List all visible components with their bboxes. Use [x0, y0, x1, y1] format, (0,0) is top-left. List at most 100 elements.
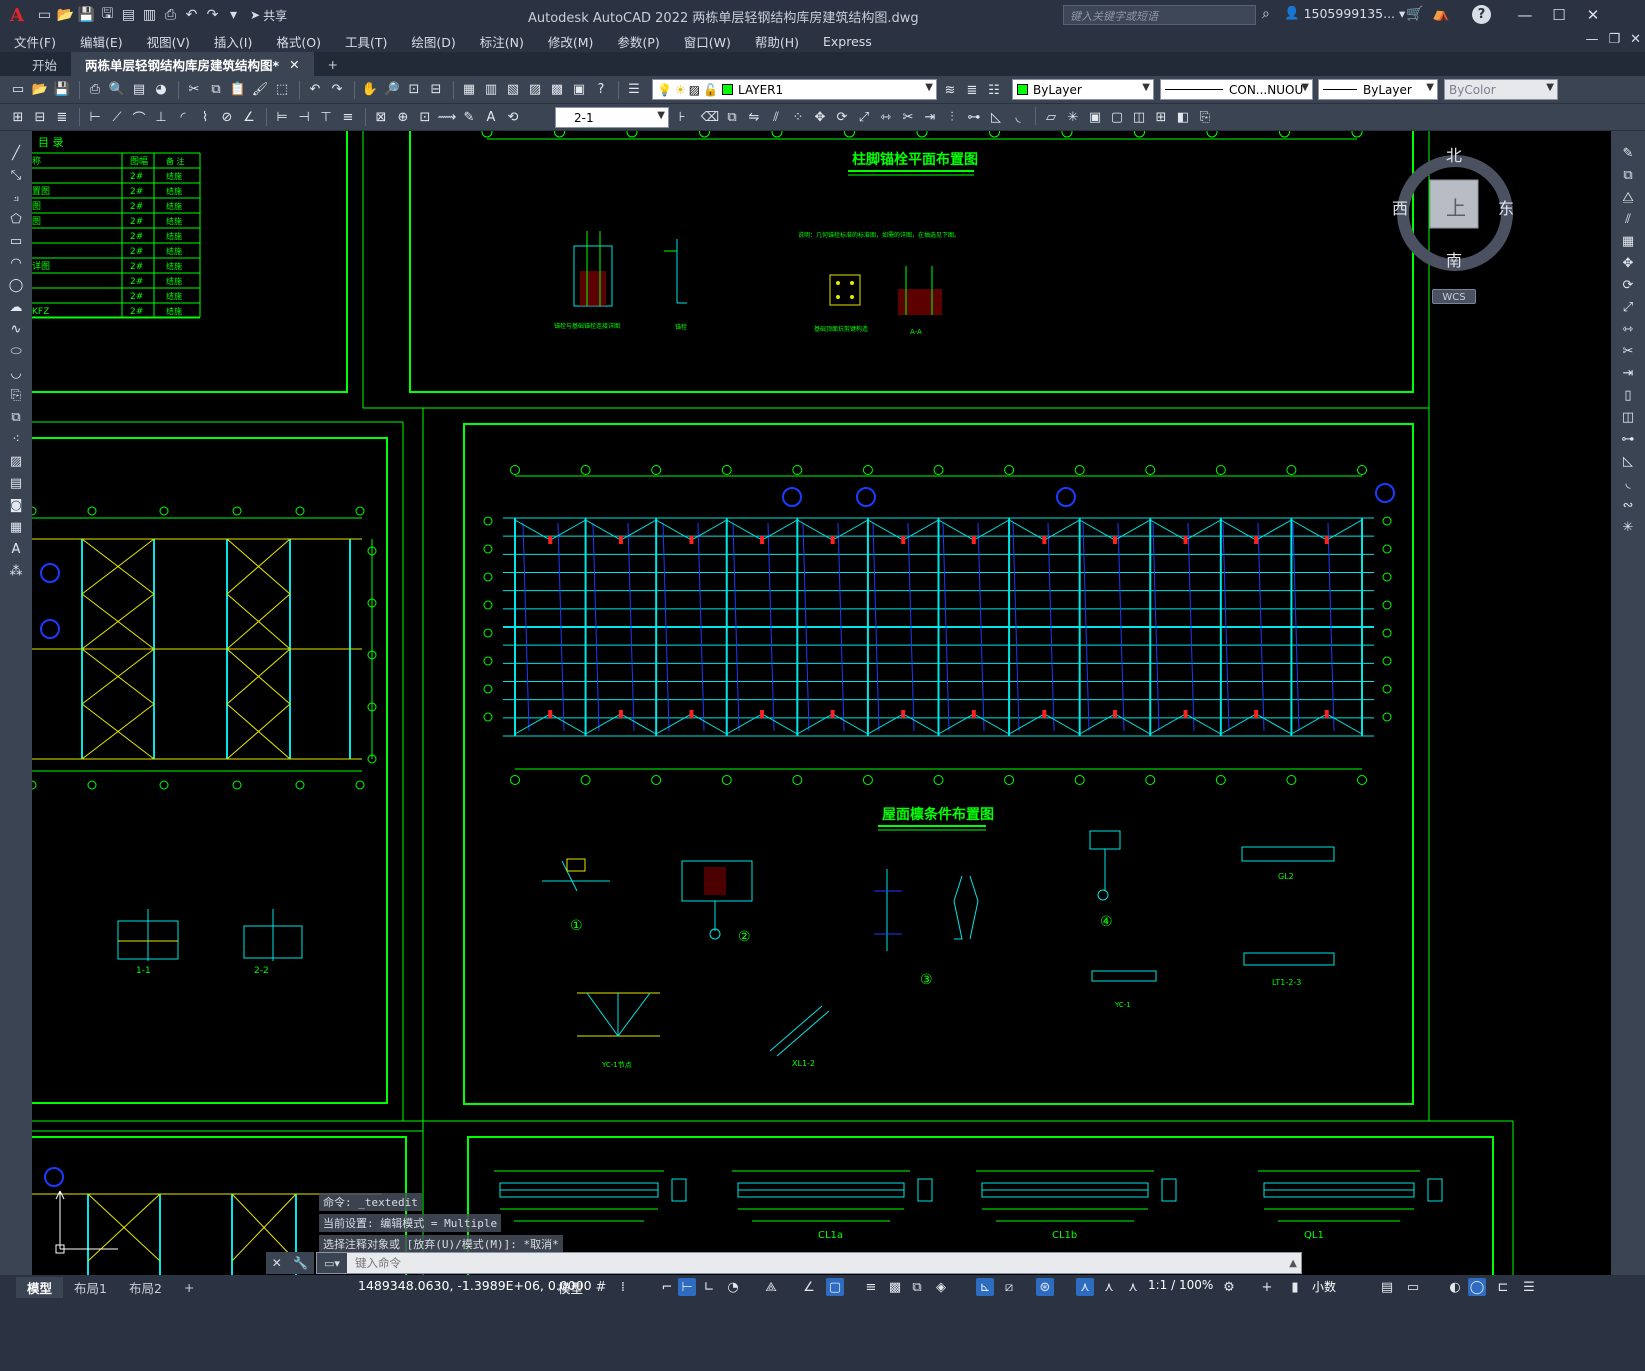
menu-dimension[interactable]: 标注(N) [480, 32, 524, 51]
tab-layout2[interactable]: 布局2 [118, 1277, 173, 1298]
help-icon[interactable]: ? [1472, 5, 1491, 24]
construction-line-icon[interactable]: ⤡ [6, 165, 26, 185]
make-current-layer-icon[interactable]: ≋ [940, 80, 960, 100]
explode-icon[interactable]: ✳ [1618, 517, 1638, 537]
point-icon[interactable]: ⁖ [6, 429, 26, 449]
move-icon[interactable]: ✥ [810, 107, 830, 127]
menu-file[interactable]: 文件(F) [14, 32, 56, 51]
doc-restore-icon[interactable]: ❐ [1608, 32, 1620, 47]
array-icon[interactable]: ▦ [1618, 231, 1638, 251]
quick-dim-icon[interactable]: ⊨ [272, 107, 292, 127]
markup-icon[interactable]: ▩ [547, 80, 567, 100]
copy-icon[interactable]: ⧉ [1618, 165, 1638, 185]
menu-format[interactable]: 格式(O) [276, 32, 321, 51]
redo-icon[interactable]: ↷ [202, 4, 223, 26]
menu-tools[interactable]: 工具(T) [345, 32, 387, 51]
mirror-icon[interactable]: ⇋ [744, 107, 764, 127]
wcs-menu-button[interactable]: WCS [1432, 289, 1476, 304]
open-web-icon[interactable]: ▤ [118, 4, 139, 26]
viewport-icon[interactable]: ⊟ [30, 107, 50, 127]
center-mark-icon[interactable]: ⊕ [393, 107, 413, 127]
rectangle-icon[interactable]: ▭ [6, 231, 26, 251]
doc-minimize-icon[interactable]: — [1585, 32, 1598, 47]
close-command-line-icon[interactable]: ✕ [272, 1256, 282, 1270]
zoom-window-icon[interactable]: ⊡ [404, 80, 424, 100]
search-input[interactable]: 键入关键字或短语 [1063, 5, 1256, 25]
communication-icon[interactable]: ⛺ [1432, 6, 1449, 22]
ellipse-icon[interactable]: ⬭ [6, 341, 26, 361]
mtext-icon[interactable]: A [6, 539, 26, 559]
infer-constraints-icon[interactable]: ⌐ [658, 1278, 676, 1296]
insert-block-icon[interactable]: ⊞ [1151, 107, 1171, 127]
menu-window[interactable]: 窗口(W) [684, 32, 731, 51]
customize-qat-icon[interactable]: ▾ [223, 4, 244, 26]
ordinate-dim-icon[interactable]: ⊥ [151, 107, 171, 127]
graphics-performance-icon[interactable]: ◯ [1468, 1278, 1486, 1296]
zoom-previous-icon[interactable]: ⊟ [426, 80, 446, 100]
layer-select[interactable]: 💡 ☀ ▨ 🔓 LAYER1 ▼ [652, 79, 937, 100]
copy-icon[interactable]: ⧉ [206, 80, 226, 100]
break-icon[interactable]: ⫶ [942, 107, 962, 127]
arc-icon[interactable]: ◠ [6, 253, 26, 273]
plot-icon[interactable]: ⎙ [160, 4, 181, 26]
region-icon[interactable]: ◙ [6, 495, 26, 515]
baseline-dim-icon[interactable]: ⊣ [294, 107, 314, 127]
tab-start[interactable]: 开始 [0, 52, 71, 76]
chamfer-icon[interactable]: ◺ [986, 107, 1006, 127]
group-icon[interactable]: ▣ [1085, 107, 1105, 127]
tab-layout1[interactable]: 布局1 [63, 1277, 118, 1298]
calculator-icon[interactable]: ▣ [569, 80, 589, 100]
menu-modify[interactable]: 修改(M) [548, 32, 594, 51]
add-selected-icon[interactable]: ⁂ [6, 561, 26, 581]
ortho-icon[interactable]: ∟ [700, 1278, 718, 1296]
tab-drawing[interactable]: 两栋单层轻钢结构库房建筑结构图* ✕ [71, 52, 314, 76]
attribute-icon[interactable]: ◧ [1173, 107, 1193, 127]
properties-icon[interactable]: ▦ [459, 80, 479, 100]
new-tab-button[interactable]: + [314, 52, 352, 76]
compass-south[interactable]: 南 [1446, 247, 1462, 271]
publish-icon[interactable]: ▤ [129, 80, 149, 100]
offset-icon[interactable]: ⫽ [1618, 209, 1638, 229]
table-icon[interactable]: ▦ [6, 517, 26, 537]
menu-insert[interactable]: 插入(I) [214, 32, 252, 51]
menu-edit[interactable]: 编辑(E) [80, 32, 123, 51]
line-icon[interactable]: ╱ [6, 143, 26, 163]
dimstyle-select[interactable]: 2-1 ▼ [555, 107, 669, 128]
continue-dim-icon[interactable]: ⊤ [316, 107, 336, 127]
layer-walk-icon[interactable]: ≣ [52, 107, 72, 127]
close-button[interactable]: ✕ [1576, 3, 1610, 27]
unlock-icon[interactable]: 🔓 [703, 83, 718, 97]
tool-palettes-icon[interactable]: ▧ [503, 80, 523, 100]
cut-icon[interactable]: ✂ [184, 80, 204, 100]
zoom-realtime-icon[interactable]: 🔎 [382, 80, 402, 100]
dynamic-ucs-icon[interactable]: ⊾ [976, 1278, 994, 1296]
layer-state-icon[interactable]: ☷ [984, 80, 1004, 100]
copy-object-icon[interactable]: ⧉ [722, 107, 742, 127]
move-icon[interactable]: ✥ [1618, 253, 1638, 273]
tolerance-icon[interactable]: ⊠ [371, 107, 391, 127]
menu-parametric[interactable]: 参数(P) [617, 32, 659, 51]
doc-close-icon[interactable]: ✕ [1630, 32, 1641, 47]
polygon-icon[interactable]: ⬠ [6, 209, 26, 229]
lineweight-select[interactable]: ByLayer ▼ [1318, 79, 1438, 100]
annotation-visibility-icon[interactable]: ⋏ [1076, 1278, 1094, 1296]
offset-icon[interactable]: ⫽ [766, 107, 786, 127]
gradient-icon[interactable]: ▤ [6, 473, 26, 493]
polar-icon[interactable]: ◔ [724, 1278, 742, 1296]
redo-icon[interactable]: ↷ [327, 80, 347, 100]
lineweight-icon[interactable]: ≡ [862, 1278, 880, 1296]
break-icon[interactable]: ◫ [1618, 407, 1638, 427]
menu-help[interactable]: 帮助(H) [755, 32, 799, 51]
share-button[interactable]: ➤ 共享 [244, 7, 293, 24]
lightbulb-icon[interactable]: 💡 [657, 83, 672, 97]
inspect-icon[interactable]: ⊡ [415, 107, 435, 127]
customize-status-icon[interactable]: ☰ [1520, 1278, 1538, 1296]
extend-icon[interactable]: ⇥ [1618, 363, 1638, 383]
erase-icon[interactable]: ⌫ [700, 107, 720, 127]
plot-icon[interactable]: ⎙ [85, 80, 105, 100]
help-icon[interactable]: ? [591, 80, 611, 100]
dim-text-edit-icon[interactable]: A [481, 107, 501, 127]
pan-icon[interactable]: ✋ [360, 80, 380, 100]
isodraft-icon[interactable]: ⟁ [762, 1278, 780, 1296]
maximize-button[interactable]: ☐ [1542, 3, 1576, 27]
